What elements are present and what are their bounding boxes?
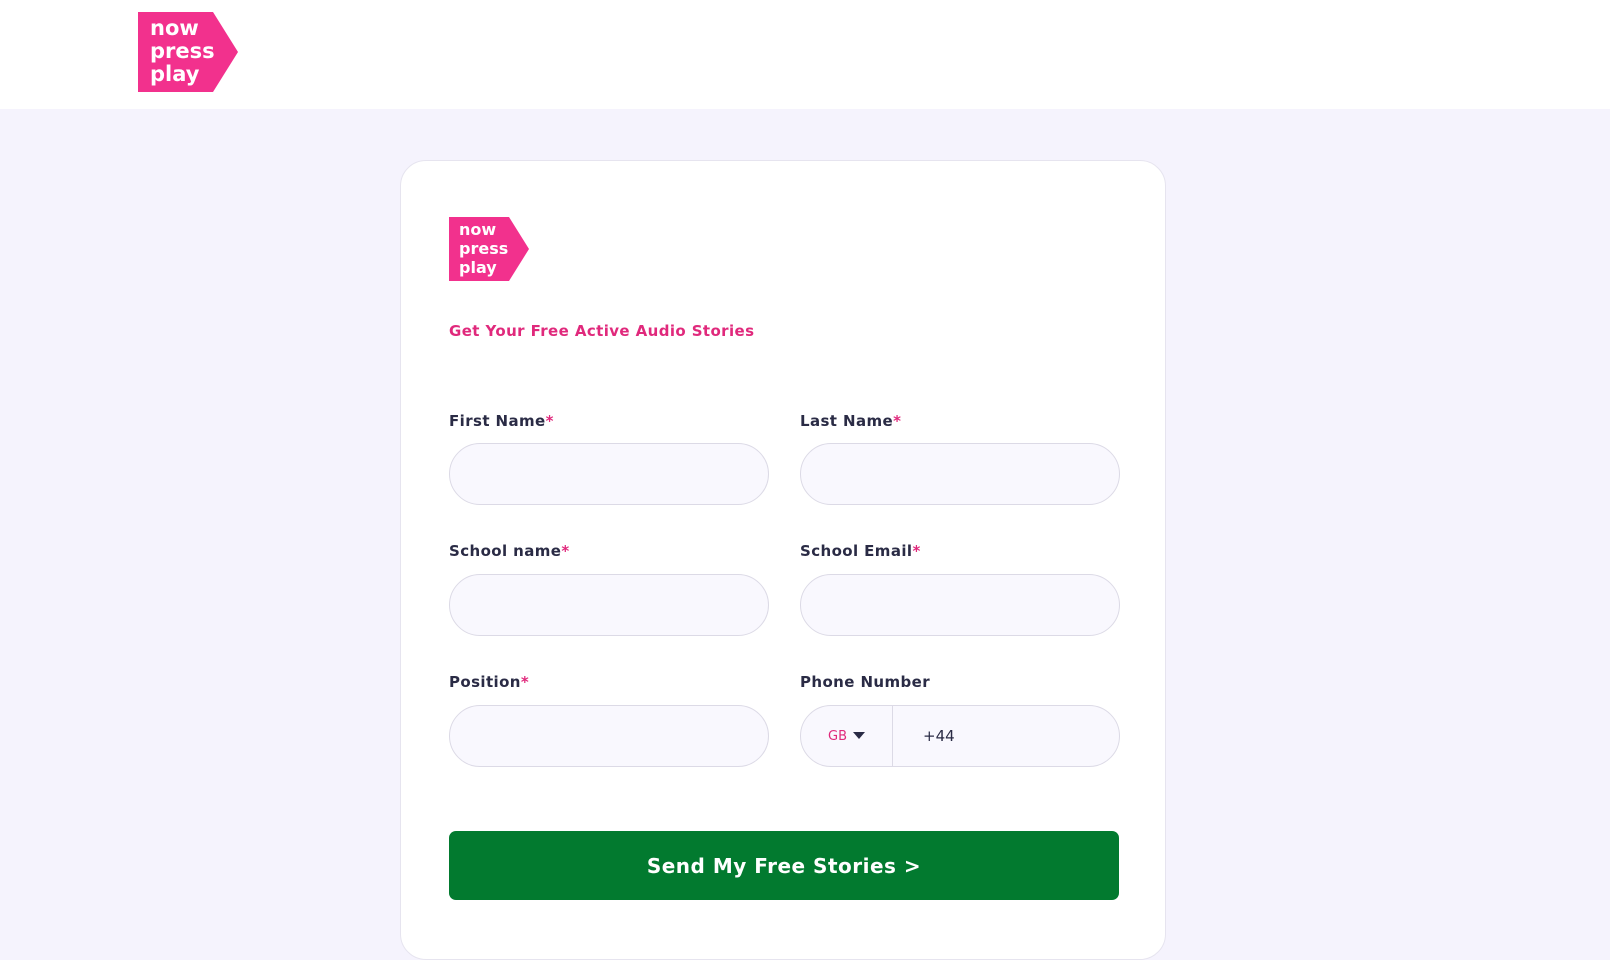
- position-label-text: Position: [449, 673, 521, 691]
- chevron-down-icon: [853, 731, 865, 739]
- now-press-play-logo[interactable]: now press play: [138, 12, 238, 92]
- phone-number-field: GB: [800, 705, 1120, 767]
- required-marker: *: [561, 542, 570, 560]
- school-email-label-text: School Email: [800, 542, 913, 560]
- card-logo: now press play: [449, 217, 529, 281]
- card-logo-line-1: now: [459, 220, 496, 239]
- school-email-input[interactable]: [800, 574, 1120, 636]
- country-code-value: GB: [828, 728, 847, 744]
- last-name-label-text: Last Name: [800, 412, 894, 430]
- card-logo-line-3: play: [459, 258, 497, 277]
- logo-line-1: now: [150, 16, 199, 40]
- card-logo-graphic: now press play: [449, 217, 529, 281]
- logo-graphic: now press play: [138, 12, 238, 92]
- first-name-label: First Name*: [449, 412, 554, 430]
- first-name-label-text: First Name: [449, 412, 546, 430]
- position-input[interactable]: [449, 705, 769, 767]
- logo-line-3: play: [150, 62, 200, 86]
- school-name-label: School name*: [449, 542, 570, 560]
- required-marker: *: [893, 412, 902, 430]
- phone-number-label-text: Phone Number: [800, 673, 931, 691]
- required-marker: *: [912, 542, 921, 560]
- send-free-stories-button[interactable]: Send My Free Stories >: [449, 831, 1119, 900]
- country-code-select[interactable]: GB: [801, 706, 893, 766]
- school-name-input[interactable]: [449, 574, 769, 636]
- last-name-label: Last Name*: [800, 412, 901, 430]
- position-label: Position*: [449, 673, 529, 691]
- first-name-input[interactable]: [449, 443, 769, 505]
- school-email-label: School Email*: [800, 542, 921, 560]
- logo-line-2: press: [150, 39, 215, 63]
- phone-number-input[interactable]: [893, 706, 1119, 766]
- last-name-input[interactable]: [800, 443, 1120, 505]
- card-logo-line-2: press: [459, 239, 508, 258]
- top-header: [0, 0, 1610, 109]
- form-subtitle: Get Your Free Active Audio Stories: [449, 322, 755, 340]
- required-marker: *: [545, 412, 554, 430]
- required-marker: *: [520, 673, 530, 691]
- phone-number-label: Phone Number: [800, 673, 930, 691]
- school-name-label-text: School name: [449, 542, 562, 560]
